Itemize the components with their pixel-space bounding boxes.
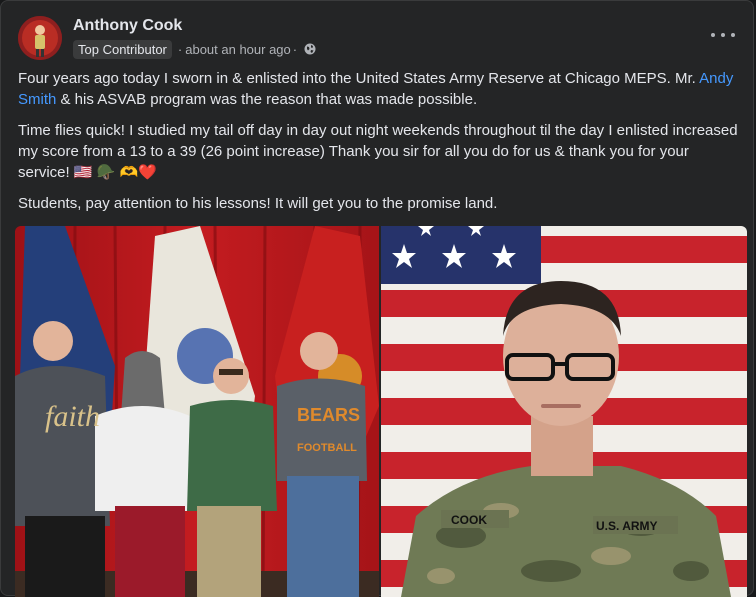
paragraph-text: Four years ago today I sworn in & enlist… <box>18 70 700 87</box>
paragraph-text: & his ASVAB program was the reason that … <box>56 91 478 108</box>
shirt-text-football: FOOTBALL <box>297 442 357 454</box>
post-paragraph-3: Students, pay attention to his lessons! … <box>18 195 498 212</box>
public-globe-icon <box>304 43 316 55</box>
meta-separator: · <box>177 41 183 57</box>
author-name[interactable]: Anthony Cook <box>73 17 182 35</box>
post-paragraph-2: Time flies quick! I studied my tail off … <box>18 122 738 181</box>
soldier-portrait-photo[interactable]: COOK U.S. ARMY <box>381 226 747 597</box>
post-paragraph-1: Four years ago today I sworn in & enlist… <box>18 68 743 110</box>
group-photo[interactable]: faith BEARS FOOTBALL <box>15 226 379 597</box>
more-options-icon[interactable] <box>711 29 735 41</box>
post-timestamp[interactable]: about an hour ago <box>185 42 291 57</box>
post-meta: Top Contributor · about an hour ago · <box>73 39 316 59</box>
shirt-text-faith: faith <box>45 400 100 433</box>
name-tape-text: COOK <box>451 513 487 527</box>
shirt-text-bears: BEARS <box>297 405 360 425</box>
top-contributor-badge[interactable]: Top Contributor <box>73 39 172 59</box>
post-card: Anthony Cook Top Contributor · about an … <box>0 0 754 597</box>
post-text: Four years ago today I sworn in & enlist… <box>18 68 743 224</box>
service-tape-text: U.S. ARMY <box>596 519 658 533</box>
meta-separator-2: · <box>292 41 298 57</box>
author-avatar[interactable] <box>18 16 62 60</box>
